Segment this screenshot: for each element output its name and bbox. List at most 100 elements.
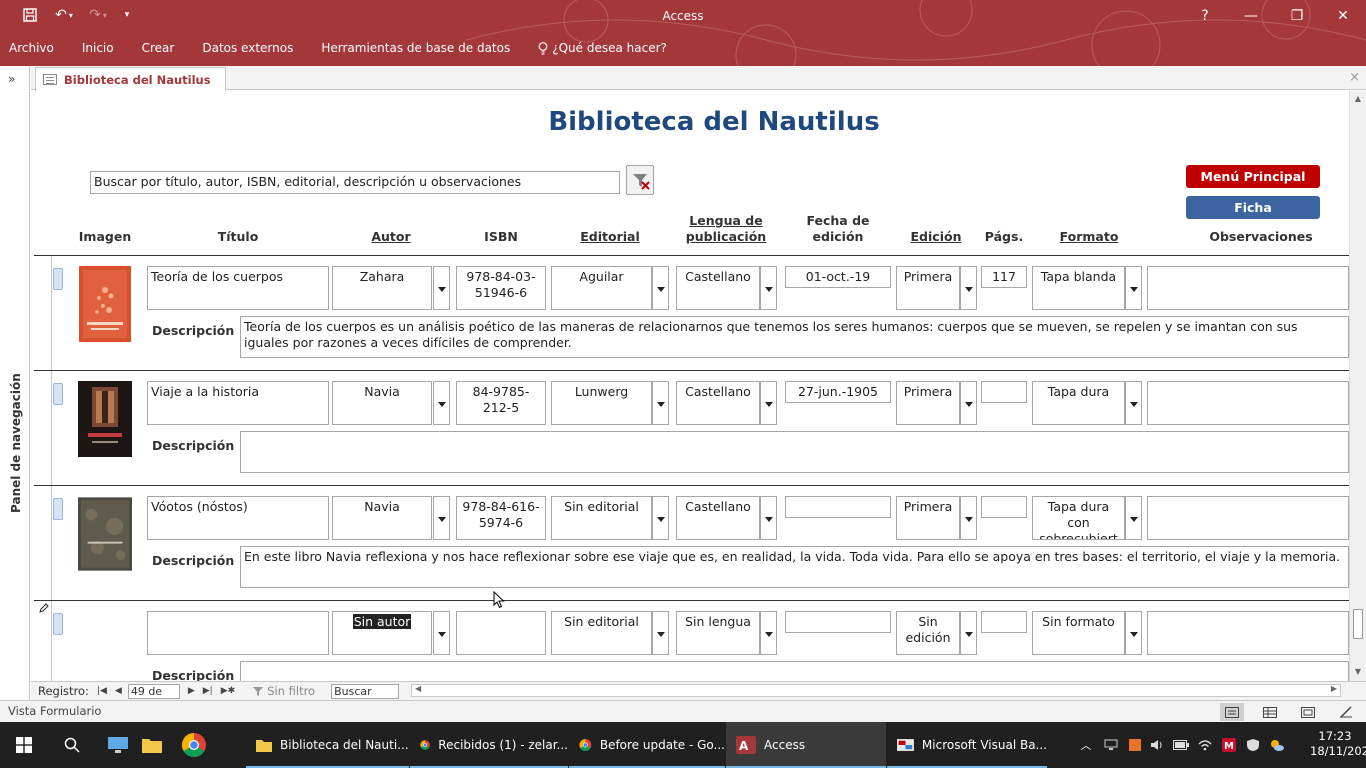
fecha-field[interactable] (785, 611, 891, 633)
editorial-dropdown-icon[interactable] (652, 496, 669, 540)
volume-icon[interactable] (1146, 722, 1168, 768)
record-selector-mark[interactable] (53, 498, 63, 520)
layout-view-icon[interactable] (1296, 703, 1320, 721)
lengua-dropdown-icon[interactable] (760, 611, 777, 655)
filter-toggle[interactable]: Sin filtro (253, 684, 315, 698)
editorial-field[interactable]: Lunwerg (551, 381, 652, 425)
pags-field[interactable]: 117 (981, 266, 1027, 288)
formato-field[interactable]: Tapa blanda (1032, 266, 1125, 310)
datasheet-view-icon[interactable] (1258, 703, 1282, 721)
formato-field[interactable]: Sin formato (1032, 611, 1125, 655)
header-edicion[interactable]: Edición (896, 229, 976, 245)
edicion-dropdown-icon[interactable] (960, 611, 977, 655)
scroll-thumb[interactable] (1353, 609, 1363, 639)
record-selector-mark[interactable] (53, 268, 63, 290)
descripcion-field[interactable]: Teoría de los cuerpos es un análisis poé… (240, 316, 1349, 358)
taskbar-app-before-update[interactable]: Before update - Go... (569, 722, 725, 768)
formato-dropdown-icon[interactable] (1125, 496, 1142, 540)
isbn-field[interactable] (456, 611, 546, 655)
formato-dropdown-icon[interactable] (1125, 611, 1142, 655)
taskbar-app-biblioteca[interactable]: Biblioteca del Nauti... (246, 722, 409, 768)
record-position-input[interactable]: 49 de 49 (127, 683, 180, 711)
scroll-right-icon[interactable]: ▶ (1331, 684, 1337, 693)
pags-field[interactable] (981, 496, 1027, 518)
isbn-field[interactable]: 84-9785-212-5 (456, 381, 546, 425)
security-icon[interactable] (1242, 722, 1264, 768)
titulo-field[interactable] (147, 611, 329, 655)
autor-field[interactable]: Sin autor (332, 611, 432, 655)
prev-record-icon[interactable]: ◀ (115, 686, 122, 696)
lengua-field[interactable]: Castellano (676, 496, 760, 540)
header-autor[interactable]: Autor (332, 229, 450, 245)
book-cover-image[interactable] (78, 266, 132, 342)
titulo-field[interactable]: Vóotos (nóstos) (147, 496, 329, 540)
network-drive-icon[interactable] (1100, 722, 1122, 768)
formato-field[interactable]: Tapa dura con sobrecubiert (1032, 496, 1125, 540)
tray-chevron-icon[interactable]: ︿ (1074, 722, 1098, 768)
isbn-field[interactable]: 978-84-616-5974-6 (456, 496, 546, 540)
scroll-down-icon[interactable]: ▼ (1353, 667, 1363, 677)
battery-icon[interactable] (1170, 722, 1192, 768)
restore-button[interactable]: ❐ (1274, 0, 1320, 32)
book-cover-image[interactable] (78, 381, 132, 457)
autor-field[interactable]: Navia (332, 381, 432, 425)
lengua-field[interactable]: Castellano (676, 266, 760, 310)
lengua-dropdown-icon[interactable] (760, 496, 777, 540)
pags-field[interactable] (981, 381, 1027, 403)
editorial-dropdown-icon[interactable] (652, 381, 669, 425)
ficha-button[interactable]: Ficha (1186, 196, 1320, 219)
isbn-field[interactable]: 978-84-03-51946-6 (456, 266, 546, 310)
horizontal-scrollbar[interactable]: ◀ ▶ (411, 684, 1341, 697)
edicion-field[interactable]: Primera (896, 266, 960, 310)
lengua-field[interactable]: Castellano (676, 381, 760, 425)
titulo-field[interactable]: Viaje a la historia (147, 381, 329, 425)
antivirus-icon[interactable]: M (1218, 722, 1240, 768)
lengua-dropdown-icon[interactable] (760, 381, 777, 425)
next-record-icon[interactable]: ▶ (188, 686, 195, 696)
record-selector[interactable] (34, 486, 52, 601)
menu-principal-button[interactable]: Menú Principal (1186, 165, 1320, 188)
tab-herramientas[interactable]: Herramientas de base de datos (307, 41, 524, 55)
header-editorial[interactable]: Editorial (551, 229, 669, 245)
observaciones-field[interactable] (1147, 266, 1349, 310)
descripcion-field[interactable]: En este libro Navia reflexiona y nos hac… (240, 546, 1349, 588)
close-button[interactable]: ✕ (1320, 0, 1366, 32)
fecha-field[interactable] (785, 496, 891, 518)
office-update-icon[interactable] (1124, 722, 1146, 768)
tab-archivo[interactable]: Archivo (0, 41, 68, 55)
observaciones-field[interactable] (1147, 611, 1349, 655)
minimize-button[interactable]: — (1228, 0, 1274, 32)
formato-dropdown-icon[interactable] (1125, 266, 1142, 310)
lengua-field[interactable]: Sin lengua (676, 611, 760, 655)
header-lengua[interactable]: Lengua de publicación (676, 213, 776, 245)
tab-datos-externos[interactable]: Datos externos (188, 41, 307, 55)
edicion-dropdown-icon[interactable] (960, 496, 977, 540)
first-record-icon[interactable]: |◀ (97, 686, 107, 696)
editorial-field[interactable]: Sin editorial (551, 496, 652, 540)
edicion-dropdown-icon[interactable] (960, 381, 977, 425)
editorial-field[interactable]: Sin editorial (551, 611, 652, 655)
record-selector[interactable] (34, 371, 52, 486)
formato-field[interactable]: Tapa dura (1032, 381, 1125, 425)
autor-field[interactable]: Navia (332, 496, 432, 540)
edicion-field[interactable]: Primera (896, 381, 960, 425)
search-input[interactable]: Buscar por título, autor, ISBN, editoria… (90, 171, 620, 194)
last-record-icon[interactable]: ▶| (203, 686, 213, 696)
titulo-field[interactable]: Teoría de los cuerpos (147, 266, 329, 310)
taskbar-clock[interactable]: 17:23 18/11/2020 (1310, 729, 1366, 759)
close-doc-icon[interactable]: × (1349, 70, 1360, 85)
new-record-icon[interactable]: ▶✱ (221, 686, 235, 696)
taskbar-app-recibidos[interactable]: Recibidos (1) - zelar... (410, 722, 568, 768)
edicion-field[interactable]: Primera (896, 496, 960, 540)
help-button[interactable]: ? (1182, 0, 1228, 32)
chrome-icon[interactable] (172, 722, 216, 768)
wifi-icon[interactable] (1194, 722, 1216, 768)
observaciones-field[interactable] (1147, 381, 1349, 425)
tab-crear[interactable]: Crear (128, 41, 189, 55)
form-view-icon[interactable] (1220, 703, 1244, 721)
clear-filter-button[interactable] (626, 165, 654, 195)
record-selector[interactable] (34, 256, 52, 371)
taskbar-app-access[interactable]: A Access (726, 722, 886, 768)
autor-dropdown-icon[interactable] (433, 611, 450, 655)
tell-me-box[interactable]: ¿Qué desea hacer? (524, 41, 681, 55)
